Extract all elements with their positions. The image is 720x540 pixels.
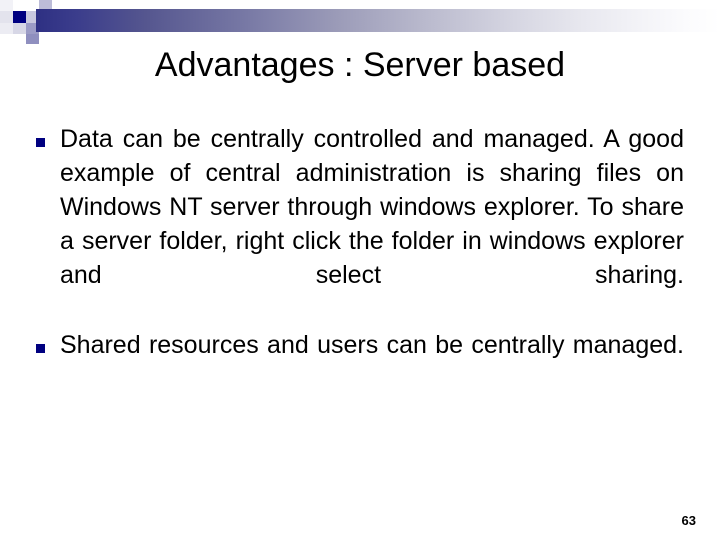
decorative-square — [13, 23, 26, 34]
list-item-text: Shared resources and users can be centra… — [60, 331, 684, 359]
list-item-text: Data can be centrally controlled and man… — [60, 125, 684, 289]
decorative-square — [0, 0, 13, 11]
decorative-square — [13, 0, 26, 11]
decorative-square — [26, 34, 39, 44]
decorative-square — [0, 11, 13, 23]
decorative-square — [52, 0, 64, 9]
list-item: Shared resources and users can be centra… — [36, 328, 684, 396]
decorative-square — [13, 11, 26, 23]
decorative-square — [39, 0, 52, 9]
bullet-list: Data can be centrally controlled and man… — [36, 122, 684, 398]
page-number: 63 — [681, 513, 696, 528]
square-bullet-icon — [36, 138, 45, 147]
header-gradient-bar — [36, 9, 720, 32]
page-title: Advantages : Server based — [154, 46, 566, 84]
slide: Advantages : Server based Data can be ce… — [0, 0, 720, 540]
header-decoration — [0, 0, 720, 44]
list-item: Data can be centrally controlled and man… — [36, 122, 684, 326]
square-bullet-icon — [36, 344, 45, 353]
decorative-square — [0, 23, 13, 34]
